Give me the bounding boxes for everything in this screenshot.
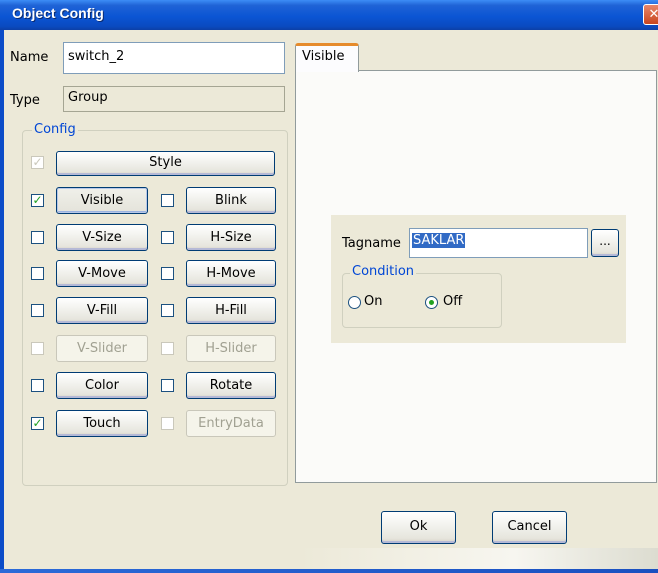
object-config-dialog: Object Config ✕ Name switch_2 Type Group…: [0, 0, 658, 573]
type-label: Type: [10, 93, 40, 108]
v-size-button[interactable]: V-Size: [56, 224, 148, 251]
v-slider-checkbox: [31, 342, 44, 355]
name-label: Name: [10, 50, 49, 65]
window-title: Object Config: [12, 5, 104, 21]
h-move-checkbox[interactable]: [161, 267, 174, 280]
blink-button[interactable]: Blink: [186, 187, 276, 214]
condition-caption: Condition: [350, 264, 417, 279]
name-input[interactable]: switch_2: [63, 42, 285, 74]
v-size-checkbox[interactable]: [31, 231, 44, 244]
browse-tag-button[interactable]: ...: [591, 229, 619, 257]
close-button[interactable]: ✕: [643, 4, 658, 25]
close-icon: ✕: [648, 7, 658, 22]
v-move-button[interactable]: V-Move: [56, 260, 148, 287]
h-slider-button: H-Slider: [186, 335, 276, 362]
rotate-button[interactable]: Rotate: [186, 372, 276, 399]
h-slider-checkbox: [161, 342, 174, 355]
off-radio[interactable]: [425, 296, 438, 309]
touch-button[interactable]: Touch: [56, 410, 148, 437]
radio-selected-dot-icon: [429, 300, 434, 305]
h-fill-checkbox[interactable]: [161, 304, 174, 317]
touch-checkbox[interactable]: ✓: [31, 417, 44, 430]
rotate-checkbox[interactable]: [161, 379, 174, 392]
blink-checkbox[interactable]: [161, 194, 174, 207]
h-fill-button[interactable]: H-Fill: [186, 297, 276, 324]
window-frame-left: [0, 30, 4, 573]
visible-button[interactable]: Visible: [56, 187, 148, 214]
visible-checkbox[interactable]: ✓: [31, 194, 44, 207]
title-bar[interactable]: Object Config ✕: [0, 0, 658, 30]
style-checkbox: ✓: [31, 155, 44, 169]
tagname-input[interactable]: SAKLAR: [409, 228, 588, 258]
tagname-value: SAKLAR: [412, 233, 466, 248]
v-slider-button: V-Slider: [56, 335, 148, 362]
bottom-sheen: [300, 548, 658, 569]
h-size-button[interactable]: H-Size: [186, 224, 276, 251]
style-button[interactable]: Style: [56, 151, 275, 176]
off-radio-label: Off: [443, 294, 463, 309]
on-radio[interactable]: [348, 296, 361, 309]
tab-visible[interactable]: Visible: [295, 43, 359, 72]
color-button[interactable]: Color: [56, 372, 148, 399]
tagname-label: Tagname: [342, 236, 401, 251]
h-size-checkbox[interactable]: [161, 231, 174, 244]
cancel-button[interactable]: Cancel: [492, 511, 567, 544]
color-checkbox[interactable]: [31, 379, 44, 392]
config-caption: Config: [32, 122, 78, 137]
v-move-checkbox[interactable]: [31, 267, 44, 280]
window-frame-bottom: [0, 569, 658, 573]
on-radio-label: On: [364, 294, 383, 309]
ok-button[interactable]: Ok: [381, 511, 456, 544]
entrydata-checkbox: [161, 417, 174, 430]
type-field: Group: [63, 86, 285, 112]
v-fill-button[interactable]: V-Fill: [56, 297, 148, 324]
entrydata-button: EntryData: [186, 410, 276, 437]
v-fill-checkbox[interactable]: [31, 304, 44, 317]
h-move-button[interactable]: H-Move: [186, 260, 276, 287]
